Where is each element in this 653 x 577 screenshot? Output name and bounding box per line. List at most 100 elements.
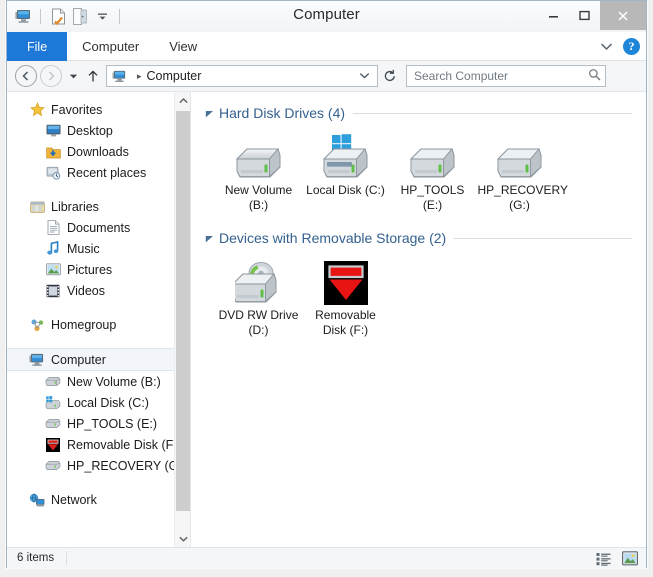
sidebar-label: Videos <box>67 283 105 298</box>
hard-drive-icon <box>45 416 61 432</box>
drive-tile[interactable]: DVD DVD RW Drive (D:) <box>215 253 302 338</box>
group-title: Devices with Removable Storage (2) <box>219 230 447 246</box>
forward-button[interactable] <box>40 65 62 87</box>
recent-locations-icon[interactable] <box>65 65 82 87</box>
sidebar-label: Libraries <box>51 199 99 214</box>
tile-group-hard-disk-drives: New Volume (B:) Local Disk (C:) HP_TOOLS… <box>205 128 636 213</box>
tab-file[interactable]: File <box>7 32 68 61</box>
video-film-icon <box>45 283 61 299</box>
scroll-down-button[interactable] <box>175 530 190 547</box>
sidebar-label: Favorites <box>51 102 103 117</box>
breadcrumb-computer[interactable]: Computer <box>147 69 354 83</box>
navigation-bar: ▸ Computer Search Computer <box>7 61 646 92</box>
address-dropdown-icon[interactable] <box>354 71 375 82</box>
libraries-icon <box>29 199 45 215</box>
drive-tile[interactable]: Local Disk (C:) <box>302 128 389 213</box>
group-title: Hard Disk Drives (4) <box>219 105 346 121</box>
collapse-triangle-icon[interactable] <box>205 234 219 243</box>
address-bar[interactable]: ▸ Computer <box>106 65 378 87</box>
sidebar-label: Pictures <box>67 262 113 277</box>
drive-tile[interactable]: New Volume (B:) <box>215 128 302 213</box>
window-controls <box>538 1 646 30</box>
sidebar-item-recent-places[interactable]: Recent places <box>7 162 190 183</box>
sidebar-label: Network <box>51 492 97 507</box>
drive-label: New Volume (B:) <box>224 183 293 212</box>
sidebar-item-hp-tools-e[interactable]: HP_TOOLS (E:) <box>7 413 190 434</box>
sidebar-label: Music <box>67 241 100 256</box>
file-list-pane[interactable]: Hard Disk Drives (4) New Volume (B:) Loc… <box>191 92 646 547</box>
window-frame: Computer File Computer View ? ▸ Computer… <box>6 0 647 568</box>
scroll-up-button[interactable] <box>175 92 190 109</box>
sidebar-item-music[interactable]: Music <box>7 238 190 259</box>
sidebar-item-removable-disk-f[interactable]: Removable Disk (F:) <box>7 434 190 455</box>
navigation-pane-scrollbar[interactable] <box>174 92 190 547</box>
navigation-pane: Favorites Desktop Downloads Recent place… <box>7 92 191 547</box>
search-icon[interactable] <box>588 68 601 84</box>
sidebar-item-libraries[interactable]: Libraries <box>7 196 190 217</box>
group-header-removable-storage[interactable]: Devices with Removable Storage (2) <box>205 227 636 249</box>
close-button[interactable] <box>600 1 646 30</box>
hard-drive-icon <box>45 458 61 474</box>
tab-view[interactable]: View <box>154 32 212 61</box>
drive-tile[interactable]: Removable Disk (F:) <box>302 253 389 338</box>
group-divider-line <box>454 237 632 239</box>
up-button[interactable] <box>82 65 103 87</box>
minimize-button[interactable] <box>538 1 569 30</box>
refresh-button[interactable] <box>378 65 402 87</box>
drive-label: Local Disk (C:) <box>306 183 385 197</box>
sidebar-item-network[interactable]: Network <box>7 489 190 510</box>
sidebar-item-local-disk-c[interactable]: Local Disk (C:) <box>7 392 190 413</box>
removable-red-icon <box>45 437 61 453</box>
sidebar-item-computer[interactable]: Computer <box>7 348 190 371</box>
group-header-hard-disk-drives[interactable]: Hard Disk Drives (4) <box>205 102 636 124</box>
sidebar-label: New Volume (B:) <box>67 374 161 389</box>
sidebar-item-new-volume-b[interactable]: New Volume (B:) <box>7 371 190 392</box>
dvd-drive-icon: DVD <box>235 259 283 305</box>
drive-tile[interactable]: HP_TOOLS (E:) <box>389 128 476 213</box>
sidebar-item-homegroup[interactable]: Homegroup <box>7 314 190 335</box>
sidebar-item-pictures[interactable]: Pictures <box>7 259 190 280</box>
view-mode-buttons <box>595 548 638 569</box>
group-divider-line <box>353 112 632 114</box>
sidebar-label: Local Disk (C:) <box>67 395 149 410</box>
drive-label: HP_RECOVERY (G:) <box>477 183 568 212</box>
sidebar-label: Removable Disk (F:) <box>67 437 181 452</box>
drive-tile[interactable]: HP_RECOVERY (G:) <box>476 128 568 213</box>
details-view-button[interactable] <box>595 551 612 567</box>
maximize-button[interactable] <box>569 1 600 30</box>
breadcrumb-separator[interactable]: ▸ <box>137 71 142 82</box>
back-button[interactable] <box>15 65 37 87</box>
drive-label: Removable Disk (F:) <box>315 308 376 337</box>
tab-computer[interactable]: Computer <box>67 32 154 61</box>
search-input[interactable]: Search Computer <box>406 65 606 87</box>
computer-icon <box>29 352 45 368</box>
sidebar-item-documents[interactable]: Documents <box>7 217 190 238</box>
sidebar-item-hp-recovery-g[interactable]: HP_RECOVERY (G:) <box>7 455 190 476</box>
expand-ribbon-icon[interactable] <box>600 40 613 54</box>
sidebar-item-favorites[interactable]: Favorites <box>7 99 190 120</box>
sidebar-item-downloads[interactable]: Downloads <box>7 141 190 162</box>
hard-drive-icon <box>496 134 544 180</box>
navigation-tree: Favorites Desktop Downloads Recent place… <box>7 92 190 510</box>
downloads-folder-icon <box>45 144 61 160</box>
search-placeholder: Search Computer <box>414 69 509 83</box>
large-icons-view-button[interactable] <box>621 551 638 567</box>
sidebar-label: Recent places <box>67 165 147 180</box>
sidebar-item-videos[interactable]: Videos <box>7 280 190 301</box>
sidebar-item-desktop[interactable]: Desktop <box>7 120 190 141</box>
help-icon[interactable]: ? <box>623 38 640 55</box>
window-body: Favorites Desktop Downloads Recent place… <box>7 92 646 547</box>
star-icon <box>29 102 45 118</box>
network-icon <box>29 492 45 508</box>
scrollbar-thumb[interactable] <box>176 111 190 511</box>
hard-drive-icon <box>409 134 457 180</box>
collapse-triangle-icon[interactable] <box>205 109 219 118</box>
sidebar-label: Homegroup <box>51 317 117 332</box>
desktop-icon <box>45 123 61 139</box>
sidebar-label: HP_TOOLS (E:) <box>67 416 158 431</box>
title-bar: Computer <box>7 1 646 32</box>
removable-red-icon <box>322 259 370 305</box>
